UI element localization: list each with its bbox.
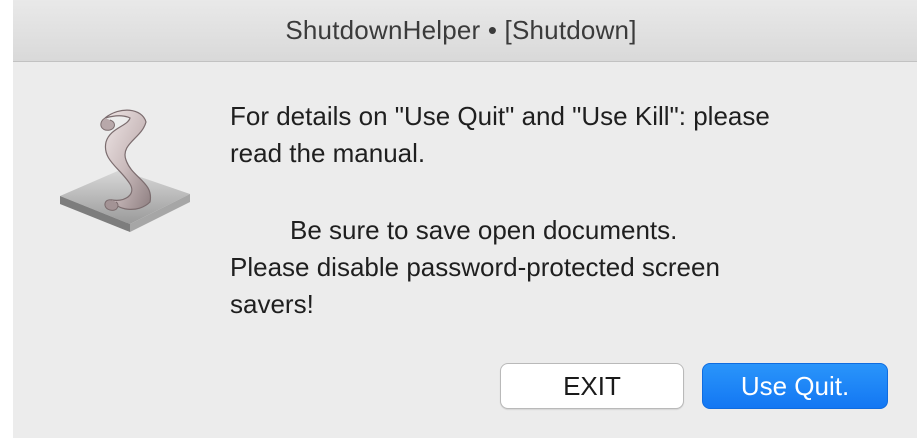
message-line: For details on "Use Quit" and "Use Kill"… — [230, 101, 770, 131]
message-line: savers! — [230, 289, 314, 319]
message-line: read the manual. — [230, 138, 426, 168]
message-line: Please disable password-protected screen — [230, 252, 720, 282]
message-line: Be sure to save open documents. — [290, 215, 678, 245]
title-bar[interactable]: ShutdownHelper • [Shutdown] — [13, 0, 917, 62]
use-quit-button[interactable]: Use Quit. — [702, 363, 888, 409]
dialog-message: For details on "Use Quit" and "Use Kill"… — [230, 98, 870, 323]
exit-button[interactable]: EXIT — [500, 363, 684, 409]
dialog-window: ShutdownHelper • [Shutdown] For details … — [13, 0, 917, 438]
script-scroll-icon — [50, 98, 200, 238]
window-title: ShutdownHelper • [Shutdown] — [285, 15, 637, 45]
button-row: EXIT Use Quit. — [500, 363, 890, 409]
